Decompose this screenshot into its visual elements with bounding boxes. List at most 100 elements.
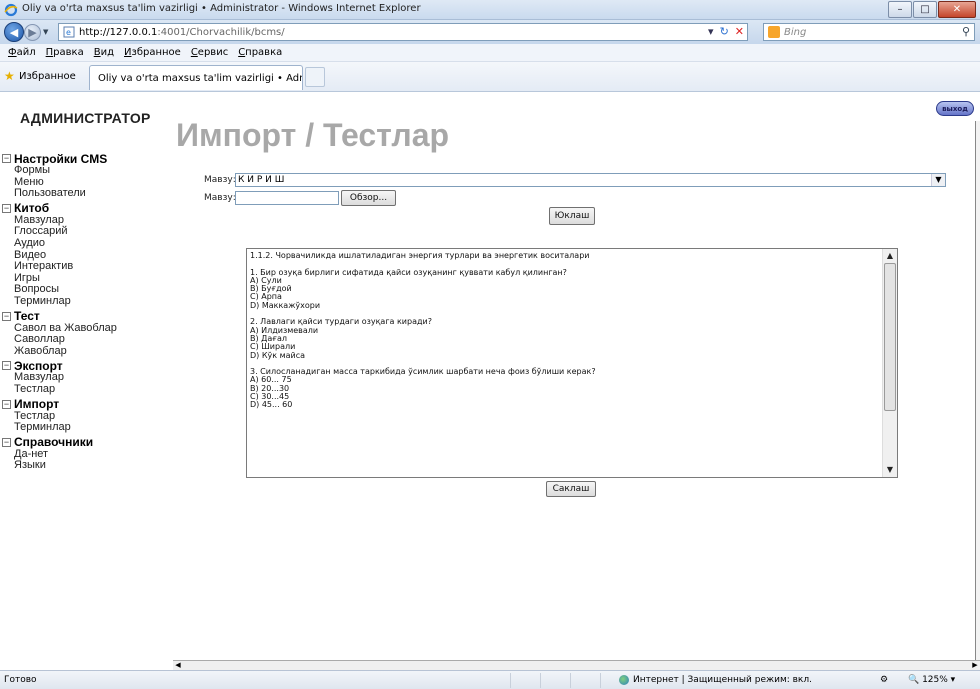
status-divider — [570, 673, 571, 688]
scroll-up-icon[interactable]: ▲ — [883, 249, 897, 263]
favorites-star-icon[interactable]: ★ — [4, 69, 15, 83]
textarea-line: B) Буғдой — [250, 284, 292, 294]
collapse-icon[interactable]: − — [2, 203, 11, 213]
search-box[interactable]: Bing ⚲ — [763, 23, 975, 41]
sidebar-section[interactable]: − Справочники — [2, 435, 117, 449]
scroll-thumb[interactable] — [884, 263, 896, 411]
window-titlebar: Oliy va o'rta maxsus ta'lim vazirligi • … — [0, 0, 980, 20]
textarea-line: C) Арпа — [250, 292, 282, 302]
menu-view[interactable]: Вид — [94, 47, 114, 58]
menu-file[interactable]: Файл — [8, 47, 36, 58]
sidebar-tree: − Настройки CMS Формы Меню Пользователи − Кито… — [2, 150, 117, 472]
new-tab-button[interactable] — [305, 67, 325, 87]
textarea-line: C) Ширали — [250, 342, 296, 352]
file-label: Мавзу: — [204, 193, 236, 203]
history-dropdown-icon[interactable]: ▼ — [43, 28, 48, 36]
textarea-line: 1. Бир озуқа бирлиги сифатида қайси озуқ… — [250, 267, 567, 277]
forward-button[interactable]: ▶ — [24, 24, 41, 41]
logout-button[interactable]: выход — [936, 101, 974, 116]
collapse-icon[interactable]: − — [2, 311, 11, 321]
address-dropdown-icon[interactable]: ▾ — [708, 25, 714, 38]
textarea-line: D) Кўк майса — [250, 350, 306, 360]
upload-button[interactable]: Юклаш — [549, 207, 595, 225]
page-viewport: АДМИНИСТРАТОР − Настройки CMS Формы Меню Пол… — [0, 93, 980, 670]
sidebar-section[interactable]: − Тест — [2, 309, 117, 324]
menu-help[interactable]: Справка — [238, 47, 282, 58]
zone-text: Интернет | Защищенный режим: вкл. — [633, 675, 812, 685]
sidebar-header: АДМИНИСТРАТОР — [20, 110, 151, 126]
search-placeholder: Bing — [784, 26, 807, 38]
window-controls: – □ ✕ — [887, 1, 976, 18]
sidebar-section-label: Тест — [14, 309, 40, 324]
sidebar-item[interactable]: Интерактив — [2, 261, 117, 273]
svg-text:e: e — [66, 28, 71, 37]
sidebar-item[interactable]: Формы — [2, 164, 117, 177]
textarea-line: B) 20...30 — [250, 383, 290, 393]
sidebar-item[interactable]: Терминлар — [2, 421, 117, 434]
sidebar-item[interactable]: Языки — [2, 460, 117, 472]
sidebar-section[interactable]: − Китоб — [2, 201, 117, 215]
sidebar-section[interactable]: − Импорт — [2, 397, 117, 411]
favorites-bar: ★ Избранное Oliy va o'rta maxsus ta'lim … — [0, 62, 980, 92]
menu-bar: Файл Правка Вид Избранное Сервис Справка — [0, 44, 980, 62]
textarea-line: C) 30...45 — [250, 392, 290, 402]
ie-logo-icon — [4, 3, 18, 17]
scroll-right-icon[interactable]: ▶ — [970, 661, 980, 670]
sidebar-item[interactable]: Саволлар — [2, 334, 117, 346]
page-icon: e — [63, 26, 75, 38]
status-divider — [540, 673, 541, 688]
chevron-down-icon[interactable]: ▼ — [931, 174, 945, 186]
textarea-line: A) Илдизмевали — [250, 325, 319, 335]
status-divider — [600, 673, 601, 688]
menu-favorites[interactable]: Избранное — [124, 47, 181, 58]
menu-tools[interactable]: Сервис — [191, 47, 228, 58]
minimize-button[interactable]: – — [888, 1, 912, 18]
stop-icon[interactable]: ✕ — [735, 25, 744, 38]
status-text: Готово — [4, 675, 37, 685]
page-vertical-scrollbar[interactable] — [975, 121, 980, 661]
collapse-icon[interactable]: − — [2, 154, 11, 163]
zoom-level[interactable]: 🔍 125% ▾ — [908, 675, 955, 685]
textarea-line: D) 45... 60 — [250, 400, 293, 410]
textarea-scrollbar[interactable]: ▲ ▼ — [882, 249, 897, 477]
scroll-down-icon[interactable]: ▼ — [883, 463, 897, 477]
collapse-icon[interactable]: − — [2, 437, 11, 447]
globe-icon — [619, 675, 629, 685]
address-bar[interactable]: e http://127.0.0.1:4001/Chorvachilik/bcm… — [58, 23, 748, 41]
sidebar-item[interactable]: Терминлар — [2, 295, 117, 308]
page-title: Импорт / Тестлар — [176, 117, 450, 153]
browser-tab[interactable]: Oliy va o'rta maxsus ta'lim vazirligi • … — [89, 65, 303, 90]
save-button[interactable]: Саклаш — [546, 481, 596, 497]
collapse-icon[interactable]: − — [2, 361, 11, 371]
textarea-line: B) Дағал — [250, 333, 288, 343]
sidebar: АДМИНИСТРАТОР − Настройки CMS Формы Меню Пол… — [0, 93, 175, 663]
window-title: Oliy va o'rta maxsus ta'lim vazirligi • … — [22, 3, 421, 14]
textarea-line: A) 60... 75 — [250, 375, 292, 385]
browse-button[interactable]: Обзор... — [341, 190, 396, 206]
sidebar-item[interactable]: Аудио — [2, 237, 117, 250]
textarea-line: 3. Силосланадиган масса таркибида ўсимли… — [250, 367, 596, 377]
topic-select[interactable]: К И Р И Ш ▼ — [235, 173, 946, 187]
file-path-input[interactable] — [235, 191, 339, 205]
sidebar-item[interactable]: Пользователи — [2, 188, 117, 200]
sidebar-item[interactable]: Жавоблар — [2, 345, 117, 358]
refresh-icon[interactable]: ↻ — [720, 25, 729, 38]
navigation-bar: ◀ ▶ ▼ e http://127.0.0.1:4001/Chorvachil… — [0, 20, 980, 44]
protected-mode-icon[interactable]: ⚙ — [880, 675, 888, 685]
bing-icon — [768, 26, 780, 38]
close-button[interactable]: ✕ — [938, 1, 976, 18]
collapse-icon[interactable]: − — [2, 399, 11, 409]
tests-textarea[interactable]: 1.1.2. Чорвачиликда ишлатиладиган энерги… — [246, 248, 898, 478]
textarea-line: 1.1.2. Чорвачиликда ишлатиладиган энерги… — [250, 251, 590, 260]
sidebar-section-label: Импорт — [14, 397, 60, 411]
security-zone[interactable]: Интернет | Защищенный режим: вкл. — [619, 675, 812, 685]
page-horizontal-scrollbar[interactable]: ◀ ▶ — [173, 660, 980, 670]
maximize-button[interactable]: □ — [913, 1, 937, 18]
menu-edit[interactable]: Правка — [46, 47, 84, 58]
search-icon[interactable]: ⚲ — [962, 25, 970, 38]
favorites-button[interactable]: Избранное — [19, 71, 76, 82]
scroll-left-icon[interactable]: ◀ — [173, 661, 183, 670]
topic-label: Мавзу: — [204, 175, 236, 185]
back-button[interactable]: ◀ — [4, 22, 24, 42]
sidebar-item[interactable]: Тестлар — [2, 383, 117, 396]
